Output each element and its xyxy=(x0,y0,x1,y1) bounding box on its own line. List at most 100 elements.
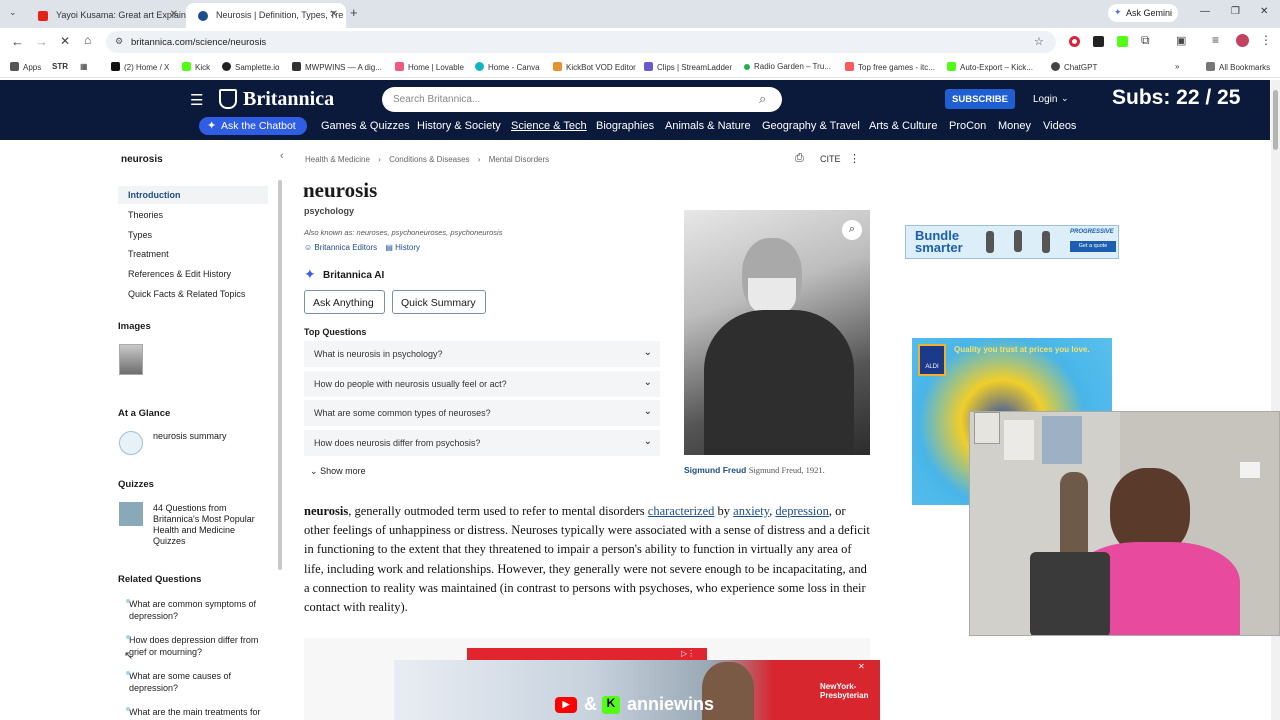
search-icon[interactable]: ⌕ xyxy=(759,91,766,107)
bookmark-str[interactable]: STR xyxy=(52,62,68,71)
faq-item[interactable]: How does neurosis differ from psychosis?… xyxy=(304,430,660,456)
bookmark-auto-export[interactable]: Auto-Export – Kick... xyxy=(947,62,1033,72)
nav-history-society[interactable]: History & Society xyxy=(417,120,501,132)
collapse-sidebar-icon[interactable]: ‹ xyxy=(280,150,284,162)
toc-introduction[interactable]: Introduction xyxy=(118,186,268,204)
close-tab-icon[interactable]: ✕ xyxy=(170,9,178,20)
site-info-icon[interactable]: ⚙ xyxy=(115,36,123,47)
toc-types[interactable]: Types xyxy=(118,226,268,244)
faq-item[interactable]: What is neurosis in psychology? ⌄ xyxy=(304,341,660,367)
toc-quick-facts[interactable]: Quick Facts & Related Topics xyxy=(118,285,268,303)
related-question[interactable]: What are some causes of depression? xyxy=(126,670,269,694)
link-anxiety[interactable]: anxiety xyxy=(733,504,769,518)
bookmark-radio-garden[interactable]: Radio Garden – Tru... xyxy=(744,62,831,71)
bookmarks-overflow-icon[interactable]: » xyxy=(1175,62,1179,71)
bookmark-kickbot[interactable]: KickBot VOD Editor xyxy=(553,62,636,72)
tab-list-chevron-icon[interactable]: ⌄ xyxy=(9,7,17,18)
show-more-button[interactable]: ⌄ Show more xyxy=(310,466,366,477)
bookmark-grid-icon[interactable]: ▦ xyxy=(80,62,88,71)
breadcrumb-item[interactable]: Health & Medicine xyxy=(305,155,370,164)
link-depression[interactable]: depression xyxy=(775,504,828,518)
nav-geography-travel[interactable]: Geography & Travel xyxy=(762,120,860,132)
history-link[interactable]: History xyxy=(395,243,420,252)
nav-science-tech[interactable]: Science & Tech xyxy=(511,120,587,132)
menu-hamburger-icon[interactable]: ☰ xyxy=(190,91,203,109)
stop-loading-icon[interactable]: ✕ xyxy=(60,34,70,48)
bookmark-x[interactable]: (2) Home / X xyxy=(111,62,169,72)
close-tab-icon[interactable]: ✕ xyxy=(330,9,338,20)
media-control-icon[interactable]: ≡ xyxy=(1212,33,1219,47)
ad-choices-icon[interactable]: ▷⋮ xyxy=(681,649,695,658)
nav-procon[interactable]: ProCon xyxy=(949,120,986,132)
bookmark-star-icon[interactable]: ☆ xyxy=(1034,35,1044,48)
sidebar-scrollbar[interactable] xyxy=(278,180,282,570)
faq-item[interactable]: How do people with neurosis usually feel… xyxy=(304,371,660,397)
freud-thumbnail[interactable] xyxy=(119,344,143,375)
ask-gemini-button[interactable]: ✦ Ask Gemini xyxy=(1108,4,1178,22)
get-quote-button[interactable]: Get a quote xyxy=(1070,241,1116,252)
bookmark-samplette[interactable]: Samplette.io xyxy=(222,62,279,72)
bookmark-itch[interactable]: Top free games - itc... xyxy=(845,62,935,72)
search-input[interactable]: Search Britannica... ⌕ xyxy=(382,87,782,112)
close-window-icon[interactable]: ✕ xyxy=(1260,6,1268,17)
link-characterized[interactable]: characterized xyxy=(648,504,715,518)
bookmark-mwpwins[interactable]: MWPWINS — A dig... xyxy=(292,62,382,72)
new-tab-button[interactable]: + xyxy=(350,5,358,20)
home-icon[interactable]: ⌂ xyxy=(84,33,91,47)
login-button[interactable]: Login xyxy=(1033,94,1057,105)
bookmark-apps[interactable]: Apps xyxy=(10,62,41,72)
related-question[interactable]: What are the main treatments for xyxy=(126,706,274,718)
record-extension-icon[interactable] xyxy=(1069,36,1080,47)
bookmark-kick[interactable]: Kick xyxy=(182,62,210,72)
subscribe-button[interactable]: SUBSCRIBE xyxy=(945,89,1015,109)
profile-avatar[interactable] xyxy=(1236,34,1249,47)
back-icon[interactable]: ← xyxy=(11,34,24,49)
faq-item[interactable]: What are some common types of neuroses? ⌄ xyxy=(304,400,660,426)
browser-menu-icon[interactable]: ⋮ xyxy=(1260,33,1272,47)
cite-button[interactable]: CITE xyxy=(820,154,841,164)
ask-chatbot-button[interactable]: ✦ Ask the Chatbot xyxy=(199,117,307,135)
kick-extension-icon[interactable] xyxy=(1117,36,1128,47)
freud-portrait-image[interactable]: ⌕ xyxy=(684,210,870,455)
nav-videos[interactable]: Videos xyxy=(1043,120,1076,132)
more-options-icon[interactable]: ⋮ xyxy=(849,152,860,165)
toc-treatment[interactable]: Treatment xyxy=(118,245,268,263)
bookmark-streamladder[interactable]: Clips | StreamLadder xyxy=(644,62,732,72)
page-scrollbar-thumb[interactable] xyxy=(1273,90,1278,150)
breadcrumb-item[interactable]: Conditions & Diseases xyxy=(389,155,469,164)
zoom-icon[interactable]: ⌕ xyxy=(842,220,862,240)
bookmark-chatgpt[interactable]: ChatGPT xyxy=(1051,62,1097,72)
forward-icon[interactable]: → xyxy=(35,34,48,49)
glance-neurosis-summary[interactable]: neurosis summary xyxy=(153,431,227,441)
all-bookmarks[interactable]: All Bookmarks xyxy=(1206,62,1270,72)
sidebar-panel-icon[interactable]: ▣ xyxy=(1176,34,1186,47)
tab-neurosis[interactable]: Neurosis | Definition, Types, Tre ✕ xyxy=(186,3,346,28)
ad-progressive[interactable]: Bundle smarter PROGRESSIVE Get a quote xyxy=(905,225,1119,259)
toc-references[interactable]: References & Edit History xyxy=(118,265,268,283)
url-bar[interactable]: ⚙ britannica.com/science/neurosis ☆ xyxy=(106,31,1056,53)
britannica-logo[interactable]: Britannica xyxy=(243,88,334,111)
ask-anything-button[interactable]: Ask Anything xyxy=(304,290,385,314)
bookmark-lovable[interactable]: Home | Lovable xyxy=(395,62,464,72)
breadcrumb-item[interactable]: Mental Disorders xyxy=(489,155,549,164)
quick-summary-button[interactable]: Quick Summary xyxy=(392,290,486,314)
minimize-icon[interactable]: — xyxy=(1200,6,1210,17)
related-question[interactable]: How does depression differ from grief or… xyxy=(126,634,269,658)
maximize-icon[interactable]: ❐ xyxy=(1231,6,1240,17)
tab-yayoi[interactable]: Yayoi Kusama: Great art Explain ✕ xyxy=(26,3,186,28)
related-question[interactable]: What are common symptoms of depression? xyxy=(126,598,269,622)
ad-close-icon[interactable]: ✕ xyxy=(858,662,865,671)
bookmark-canva[interactable]: Home - Canva xyxy=(475,62,540,72)
toc-theories[interactable]: Theories xyxy=(118,206,268,224)
editors-link[interactable]: Britannica Editors xyxy=(314,243,377,252)
nav-games-quizzes[interactable]: Games & Quizzes xyxy=(321,120,410,132)
nav-arts-culture[interactable]: Arts & Culture xyxy=(869,120,937,132)
extensions-puzzle-icon[interactable]: ⧉ xyxy=(1141,33,1150,48)
quiz-thumbnail[interactable] xyxy=(119,502,143,526)
nav-animals-nature[interactable]: Animals & Nature xyxy=(665,120,751,132)
nav-biographies[interactable]: Biographies xyxy=(596,120,654,132)
quiz-link[interactable]: 44 Questions from Britannica's Most Popu… xyxy=(153,503,268,547)
extension-icon[interactable] xyxy=(1093,36,1104,47)
print-icon[interactable]: ⎙ xyxy=(795,152,804,165)
nav-money[interactable]: Money xyxy=(998,120,1031,132)
